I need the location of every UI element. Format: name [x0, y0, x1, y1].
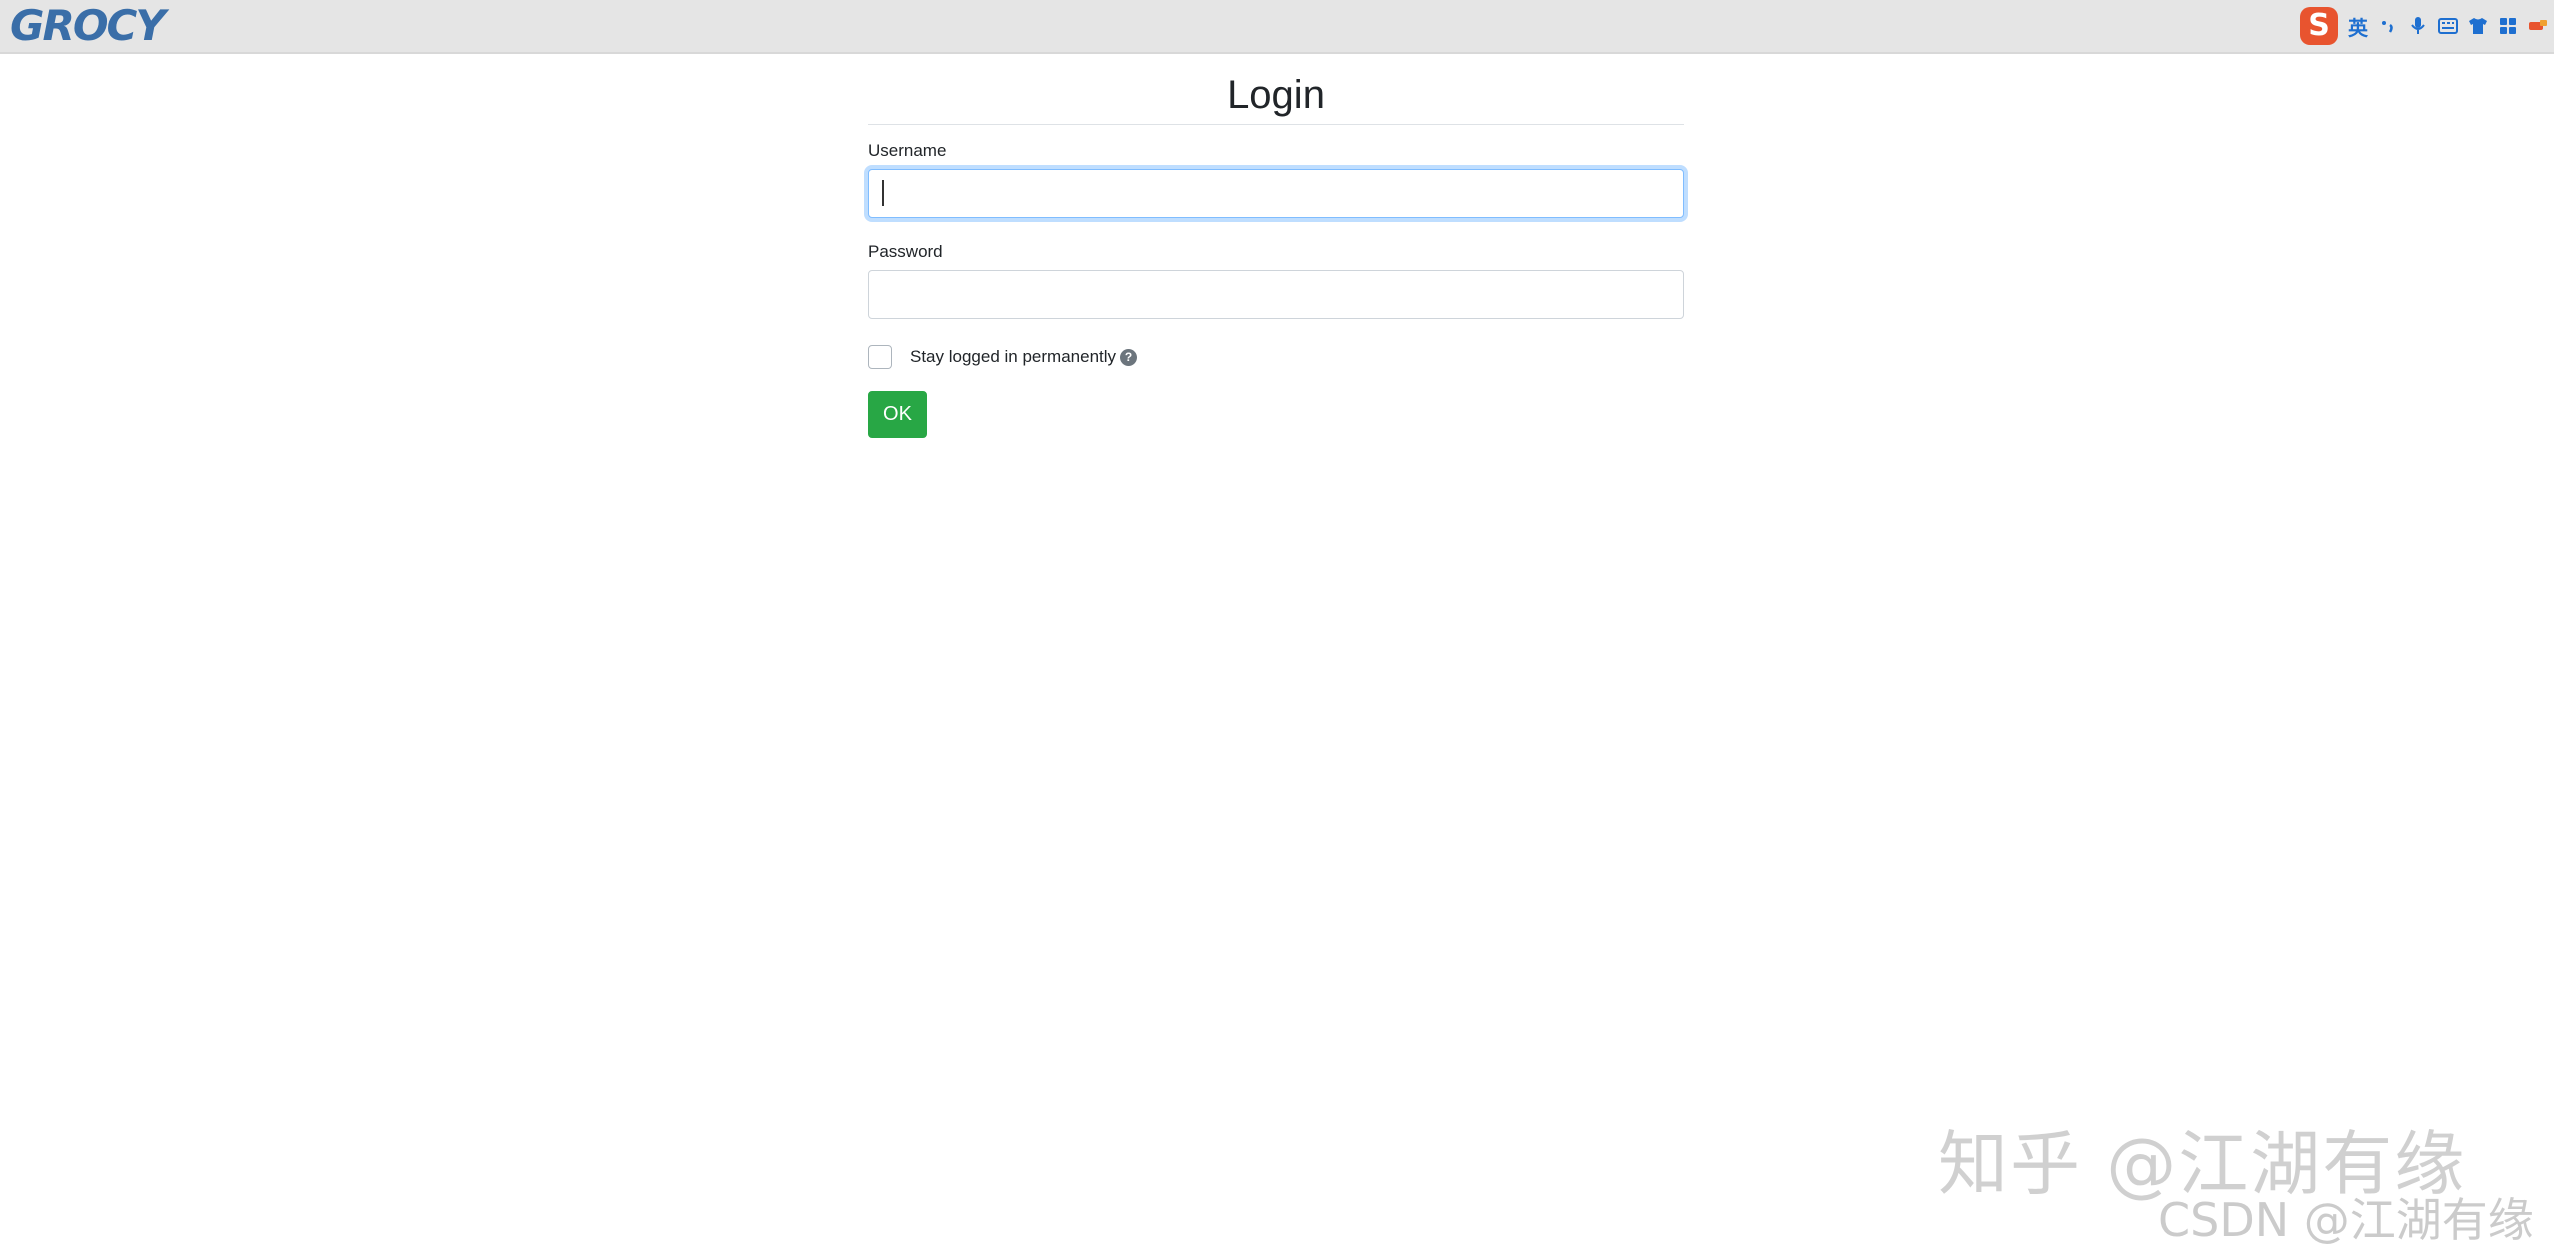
text-caret	[882, 180, 884, 206]
username-input[interactable]	[868, 169, 1684, 218]
top-navbar: GROCY S 英	[0, 0, 2554, 54]
keyboard-icon[interactable]	[2438, 16, 2458, 36]
stay-logged-in-label[interactable]: Stay logged in permanently	[910, 347, 1116, 367]
ime-toolbar: S 英	[2300, 6, 2548, 46]
csdn-watermark: CSDN @江湖有缘	[2158, 1193, 2534, 1247]
microphone-icon[interactable]	[2408, 16, 2428, 36]
login-form: Login Username Password Stay logged in p…	[868, 54, 1684, 438]
username-input-holder	[868, 169, 1684, 218]
password-input[interactable]	[868, 270, 1684, 319]
ok-button[interactable]: OK	[868, 391, 927, 438]
stay-logged-in-row: Stay logged in permanently ?	[868, 343, 1684, 371]
skin-icon[interactable]	[2468, 16, 2488, 36]
username-label: Username	[868, 141, 947, 160]
grocy-logo[interactable]: GROCY	[10, 4, 166, 48]
question-help-icon[interactable]: ?	[1120, 348, 1138, 366]
punctuation-icon[interactable]	[2378, 16, 2398, 36]
password-label: Password	[868, 242, 943, 261]
sogou-ime-icon[interactable]: S	[2300, 7, 2338, 45]
ime-mode-label[interactable]: 英	[2348, 12, 2368, 41]
title-divider	[868, 124, 1684, 125]
toolbox-icon[interactable]	[2498, 16, 2518, 36]
page-title: Login	[1227, 73, 1325, 117]
stay-logged-in-checkbox[interactable]	[868, 345, 892, 369]
more-icon[interactable]	[2528, 16, 2548, 36]
